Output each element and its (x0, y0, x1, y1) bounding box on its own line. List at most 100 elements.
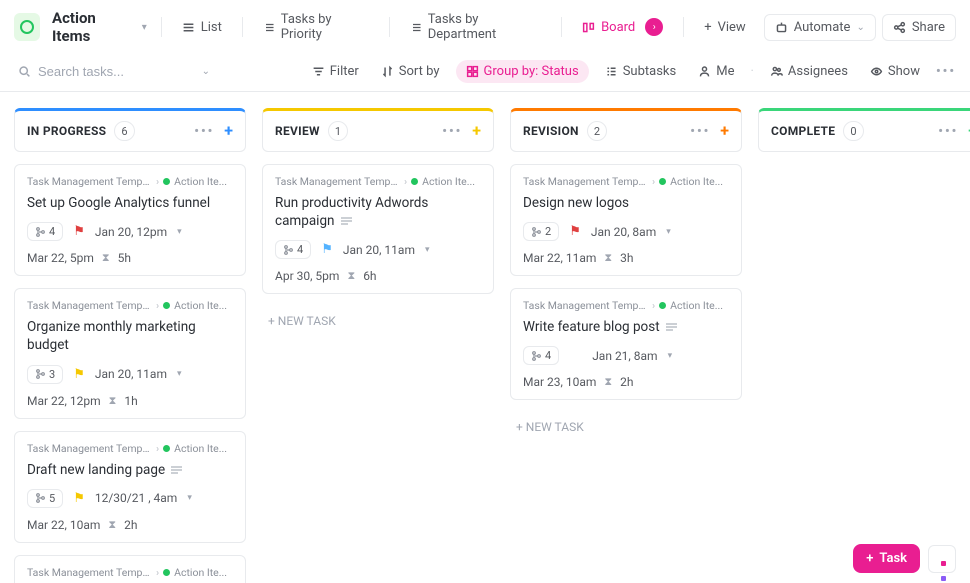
subtask-count[interactable]: 5 (27, 489, 63, 508)
view-label: List (201, 20, 222, 35)
subtasks-button[interactable]: Subtasks (599, 60, 683, 83)
task-card[interactable]: Task Management Templat... › Action Ite.… (510, 164, 742, 276)
breadcrumb[interactable]: Task Management Templat... › Action Ite.… (523, 299, 729, 312)
task-card[interactable]: Task Management Templat... › Action Ite.… (14, 555, 246, 583)
start-date[interactable]: Jan 20, 8am (591, 225, 656, 239)
me-label: Me (716, 64, 734, 79)
apps-button[interactable] (928, 545, 956, 573)
breadcrumb[interactable]: Task Management Templat... › Action Ite.… (275, 175, 481, 188)
due-date[interactable]: Apr 30, 5pm (275, 269, 339, 283)
column-header[interactable]: REVIEW 1 ••• + (262, 108, 494, 152)
task-card[interactable]: Task Management Templat... › Action Ite.… (262, 164, 494, 294)
fab: + Task (853, 544, 956, 573)
subtask-count[interactable]: 4 (275, 240, 311, 259)
new-task-link[interactable]: + NEW TASK (510, 416, 742, 438)
chevron-down-icon[interactable]: ▾ (177, 227, 182, 237)
arrow-right-icon[interactable]: › (645, 18, 663, 36)
assignees-button[interactable]: Assignees (764, 60, 854, 83)
chevron-down-icon: ⌄ (856, 22, 864, 33)
space-icon[interactable] (14, 13, 40, 41)
breadcrumb[interactable]: Task Management Templat... › Action Ite.… (27, 566, 233, 579)
task-card[interactable]: Task Management Templat... › Action Ite.… (14, 164, 246, 276)
due-date[interactable]: Mar 22, 12pm (27, 394, 101, 408)
column-add-icon[interactable]: + (472, 123, 481, 139)
space-name[interactable]: Action Items (52, 9, 132, 45)
column-title: COMPLETE (771, 124, 835, 138)
chevron-down-icon[interactable]: ▾ (668, 351, 673, 361)
column-add-icon[interactable]: + (224, 123, 233, 139)
view-label: Tasks by Priority (281, 12, 369, 42)
view-label: View (718, 20, 746, 35)
view-board[interactable]: Board › (576, 14, 669, 40)
group-button[interactable]: Group by: Status (456, 60, 589, 83)
person-icon (698, 65, 711, 78)
description-icon (666, 323, 677, 331)
search-box[interactable]: ⌄ (14, 60, 214, 83)
subtask-count[interactable]: 3 (27, 365, 63, 384)
automate-button[interactable]: Automate ⌄ (764, 14, 876, 41)
start-date[interactable]: Jan 20, 11am (95, 367, 167, 381)
column-header[interactable]: IN PROGRESS 6 ••• + (14, 108, 246, 152)
breadcrumb[interactable]: Task Management Templat... › Action Ite.… (27, 175, 233, 188)
subtask-count[interactable]: 4 (27, 222, 63, 241)
due-date[interactable]: Mar 23, 10am (523, 375, 596, 389)
filter-label: Filter (330, 64, 359, 79)
column-add-icon[interactable]: + (720, 123, 729, 139)
subtask-count[interactable]: 4 (523, 346, 559, 365)
chevron-down-icon[interactable]: ▾ (177, 369, 182, 379)
show-button[interactable]: Show (864, 60, 926, 83)
task-card[interactable]: Task Management Templat... › Action Ite.… (510, 288, 742, 400)
view-priority[interactable]: Tasks by Priority (257, 8, 375, 46)
due-date[interactable]: Mar 22, 11am (523, 251, 596, 265)
chevron-down-icon[interactable]: ⌄ (202, 66, 210, 77)
view-department[interactable]: Tasks by Department (404, 8, 547, 46)
view-label: Board (601, 20, 635, 35)
time-estimate: 5h (118, 251, 131, 265)
column-more-icon[interactable]: ••• (690, 124, 710, 139)
chevron-down-icon[interactable]: ▾ (187, 493, 192, 503)
chevron-down-icon[interactable]: ▾ (425, 245, 430, 255)
automate-label: Automate (794, 20, 851, 35)
column-more-icon[interactable]: ••• (194, 124, 214, 139)
new-task-button[interactable]: + Task (853, 544, 920, 573)
column-title: IN PROGRESS (27, 124, 106, 138)
share-icon (893, 21, 906, 34)
card-list: Task Management Templat... › Action Ite.… (262, 164, 494, 332)
more-icon[interactable]: ••• (936, 64, 956, 79)
filter-button[interactable]: Filter (306, 60, 365, 83)
chevron-down-icon[interactable]: ▾ (142, 22, 147, 33)
separator (561, 17, 562, 37)
column-header[interactable]: REVISION 2 ••• + (510, 108, 742, 152)
breadcrumb[interactable]: Task Management Templat... › Action Ite.… (27, 299, 233, 312)
add-view[interactable]: + View (698, 16, 752, 39)
task-card[interactable]: Task Management Templat... › Action Ite.… (14, 288, 246, 418)
sort-button[interactable]: Sort by (375, 60, 446, 83)
column-more-icon[interactable]: ••• (442, 124, 462, 139)
start-date[interactable]: Jan 20, 12pm (95, 225, 167, 239)
due-date[interactable]: Mar 22, 5pm (27, 251, 94, 265)
time-estimate: 6h (363, 269, 376, 283)
breadcrumb[interactable]: Task Management Templat... › Action Ite.… (523, 175, 729, 188)
subtask-count[interactable]: 2 (523, 222, 559, 241)
task-card[interactable]: Task Management Templat... › Action Ite.… (14, 431, 246, 543)
chevron-down-icon[interactable]: ▾ (666, 227, 671, 237)
new-task-link[interactable]: + NEW TASK (262, 310, 494, 332)
start-date[interactable]: Jan 20, 11am (343, 243, 415, 257)
column-count: 0 (843, 121, 863, 141)
share-button[interactable]: Share (882, 14, 956, 41)
due-date[interactable]: Mar 22, 10am (27, 518, 100, 532)
view-list[interactable]: List (176, 16, 228, 39)
board-icon (582, 21, 595, 34)
me-button[interactable]: Me (692, 60, 740, 83)
separator (161, 17, 162, 37)
flag-icon: ⚑ (73, 367, 85, 382)
breadcrumb[interactable]: Task Management Templat... › Action Ite.… (27, 442, 233, 455)
start-date[interactable]: Jan 21, 8am (592, 349, 657, 363)
eye-icon (870, 65, 883, 78)
time-estimate: 1h (124, 394, 137, 408)
start-date[interactable]: 12/30/21 , 4am (95, 491, 177, 505)
search-input[interactable] (14, 60, 214, 83)
column-header[interactable]: COMPLETE 0 ••• + (758, 108, 970, 152)
people-icon (770, 65, 783, 78)
column-more-icon[interactable]: ••• (938, 124, 958, 139)
